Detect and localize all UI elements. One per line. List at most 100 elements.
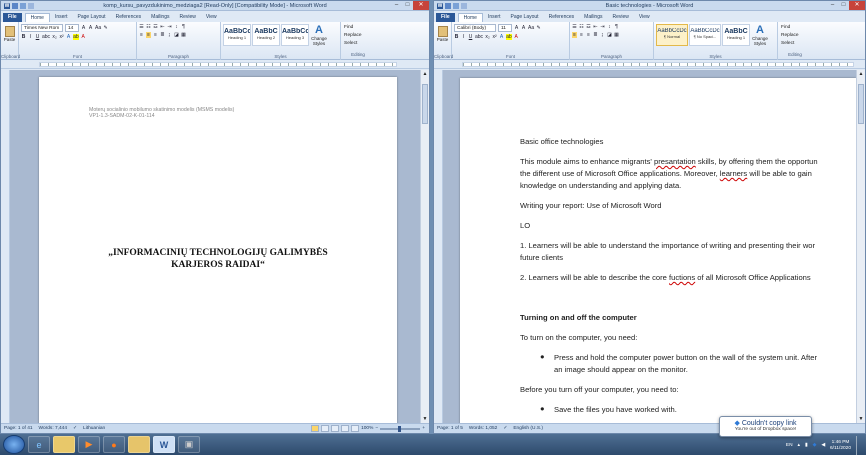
tab-page-layout[interactable]: Page Layout bbox=[505, 13, 543, 22]
scroll-down-icon[interactable]: ▼ bbox=[421, 415, 429, 423]
increase-indent-icon[interactable]: ⇥ bbox=[600, 24, 605, 30]
change-styles-button[interactable]: A Change Styles bbox=[310, 24, 328, 46]
misspelled-word[interactable]: fuctions bbox=[669, 273, 695, 282]
find-button[interactable]: Find bbox=[781, 24, 810, 32]
word-count[interactable]: Words: 7,444 bbox=[39, 426, 67, 431]
font-size-field[interactable]: 11 bbox=[498, 24, 512, 32]
zoom-slider-thumb[interactable] bbox=[398, 425, 402, 432]
save-icon[interactable] bbox=[12, 2, 18, 9]
align-center-icon[interactable]: ≡ bbox=[579, 32, 584, 38]
grow-font-icon[interactable]: A bbox=[81, 25, 86, 31]
sort-icon[interactable]: ↕ bbox=[607, 24, 612, 30]
scroll-up-icon[interactable]: ▲ bbox=[421, 70, 429, 78]
select-button[interactable]: Select bbox=[781, 40, 810, 48]
draft-icon[interactable] bbox=[351, 425, 360, 432]
media-player-icon[interactable]: ▶ bbox=[78, 436, 100, 453]
print-layout-icon[interactable] bbox=[311, 425, 320, 432]
grow-font-icon[interactable]: A bbox=[514, 25, 519, 31]
vertical-ruler[interactable] bbox=[1, 70, 10, 423]
zoom-level[interactable]: 100% bbox=[361, 426, 373, 431]
font-color-icon[interactable]: A bbox=[514, 34, 519, 40]
decrease-indent-icon[interactable]: ⇤ bbox=[593, 24, 598, 30]
clear-format-icon[interactable]: ✎ bbox=[536, 25, 541, 31]
select-button[interactable]: Select bbox=[344, 40, 373, 48]
subscript-icon[interactable]: x₂ bbox=[52, 34, 57, 40]
page-count[interactable]: Page: 1 of 41 bbox=[4, 426, 33, 431]
redo-icon[interactable] bbox=[28, 2, 34, 9]
show-desktop-button[interactable] bbox=[856, 436, 862, 455]
align-left-icon[interactable]: ≡ bbox=[572, 32, 577, 38]
firefox-icon[interactable]: ● bbox=[103, 436, 125, 453]
tab-review[interactable]: Review bbox=[175, 13, 201, 22]
minimize-icon[interactable]: – bbox=[391, 1, 402, 10]
minimize-icon[interactable]: – bbox=[827, 1, 838, 10]
undo-icon[interactable] bbox=[453, 2, 459, 9]
highlight-icon[interactable]: ab bbox=[506, 34, 512, 40]
zoom-out-icon[interactable]: − bbox=[375, 426, 378, 431]
language-indicator[interactable]: English (U.S.) bbox=[513, 426, 543, 431]
word-logo-icon[interactable]: W bbox=[4, 2, 10, 9]
redo-icon[interactable] bbox=[461, 2, 467, 9]
start-button[interactable] bbox=[3, 435, 25, 454]
network-icon[interactable]: ▮ bbox=[805, 443, 808, 448]
increase-indent-icon[interactable]: ⇥ bbox=[167, 24, 172, 30]
subscript-icon[interactable]: x₂ bbox=[485, 34, 490, 40]
close-icon[interactable]: ✕ bbox=[413, 1, 429, 10]
numbering-icon[interactable]: ☷ bbox=[579, 24, 584, 30]
save-icon[interactable] bbox=[445, 2, 451, 9]
outline-icon[interactable] bbox=[341, 425, 350, 432]
tab-home[interactable]: Home bbox=[457, 13, 483, 22]
word-count[interactable]: Words: 1,052 bbox=[469, 426, 497, 431]
paste-button[interactable]: Paste bbox=[437, 37, 449, 42]
tab-mailings[interactable]: Mailings bbox=[579, 13, 607, 22]
page-count[interactable]: Page: 1 of 5 bbox=[437, 426, 463, 431]
shading-icon[interactable]: ◪ bbox=[607, 32, 612, 38]
show-hidden-icon[interactable]: ▴ bbox=[798, 443, 800, 448]
superscript-icon[interactable]: x² bbox=[492, 34, 497, 40]
title-bar[interactable]: W Basic technologies - Microsoft Word – … bbox=[434, 1, 865, 11]
multilevel-icon[interactable]: ☲ bbox=[153, 24, 158, 30]
maximize-icon[interactable]: □ bbox=[402, 1, 413, 10]
line-spacing-icon[interactable]: ↨ bbox=[600, 32, 605, 38]
replace-button[interactable]: Replace bbox=[344, 32, 373, 40]
text-effects-icon[interactable]: A bbox=[66, 34, 71, 40]
multilevel-icon[interactable]: ☲ bbox=[586, 24, 591, 30]
highlight-icon[interactable]: ab bbox=[73, 34, 79, 40]
close-icon[interactable]: ✕ bbox=[849, 1, 865, 10]
tab-references[interactable]: References bbox=[544, 13, 580, 22]
vertical-scrollbar[interactable]: ▲ ▼ bbox=[420, 70, 429, 423]
shrink-font-icon[interactable]: A bbox=[88, 25, 93, 31]
zoom-in-icon[interactable]: + bbox=[422, 426, 425, 431]
underline-icon[interactable]: U bbox=[35, 34, 40, 40]
misspelled-word[interactable]: presantation bbox=[654, 157, 696, 166]
pilcrow-icon[interactable]: ¶ bbox=[181, 24, 186, 30]
text-effects-icon[interactable]: A bbox=[499, 34, 504, 40]
bullets-icon[interactable]: ☰ bbox=[139, 24, 144, 30]
change-styles-button[interactable]: A Change Styles bbox=[751, 24, 769, 46]
style-normal[interactable]: AaBbCcDc ¶ Normal bbox=[656, 24, 688, 46]
tab-file[interactable]: File bbox=[436, 13, 455, 22]
vertical-scrollbar[interactable]: ▲ ▼ bbox=[856, 70, 865, 423]
line-spacing-icon[interactable]: ↨ bbox=[167, 32, 172, 38]
tab-file[interactable]: File bbox=[3, 13, 22, 22]
dropbox-notification[interactable]: ◆ Couldn't copy link You're out of Dropb… bbox=[719, 416, 812, 437]
tab-page-layout[interactable]: Page Layout bbox=[72, 13, 110, 22]
sort-icon[interactable]: ↕ bbox=[174, 24, 179, 30]
file-explorer-icon[interactable] bbox=[53, 436, 75, 453]
scroll-up-icon[interactable]: ▲ bbox=[857, 70, 865, 78]
document-page[interactable]: Moterų socialinio mobilumo skatinimo mod… bbox=[39, 77, 397, 423]
borders-icon[interactable]: ▦ bbox=[614, 32, 619, 38]
full-screen-icon[interactable] bbox=[321, 425, 330, 432]
undo-icon[interactable] bbox=[20, 2, 26, 9]
document-page[interactable]: Basic office technologies This module ai… bbox=[460, 78, 856, 423]
internet-explorer-icon[interactable]: e bbox=[28, 436, 50, 453]
clock[interactable]: 1:46 PM 6/11/2020 bbox=[830, 440, 851, 452]
app-icon[interactable]: ▣ bbox=[178, 436, 200, 453]
horizontal-ruler[interactable] bbox=[1, 60, 429, 69]
superscript-icon[interactable]: x² bbox=[59, 34, 64, 40]
paste-icon[interactable] bbox=[437, 26, 448, 37]
replace-button[interactable]: Replace bbox=[781, 32, 810, 40]
word-logo-icon[interactable]: W bbox=[437, 2, 443, 9]
misspelled-word[interactable]: learners bbox=[720, 169, 747, 178]
zoom-slider[interactable] bbox=[380, 425, 421, 432]
